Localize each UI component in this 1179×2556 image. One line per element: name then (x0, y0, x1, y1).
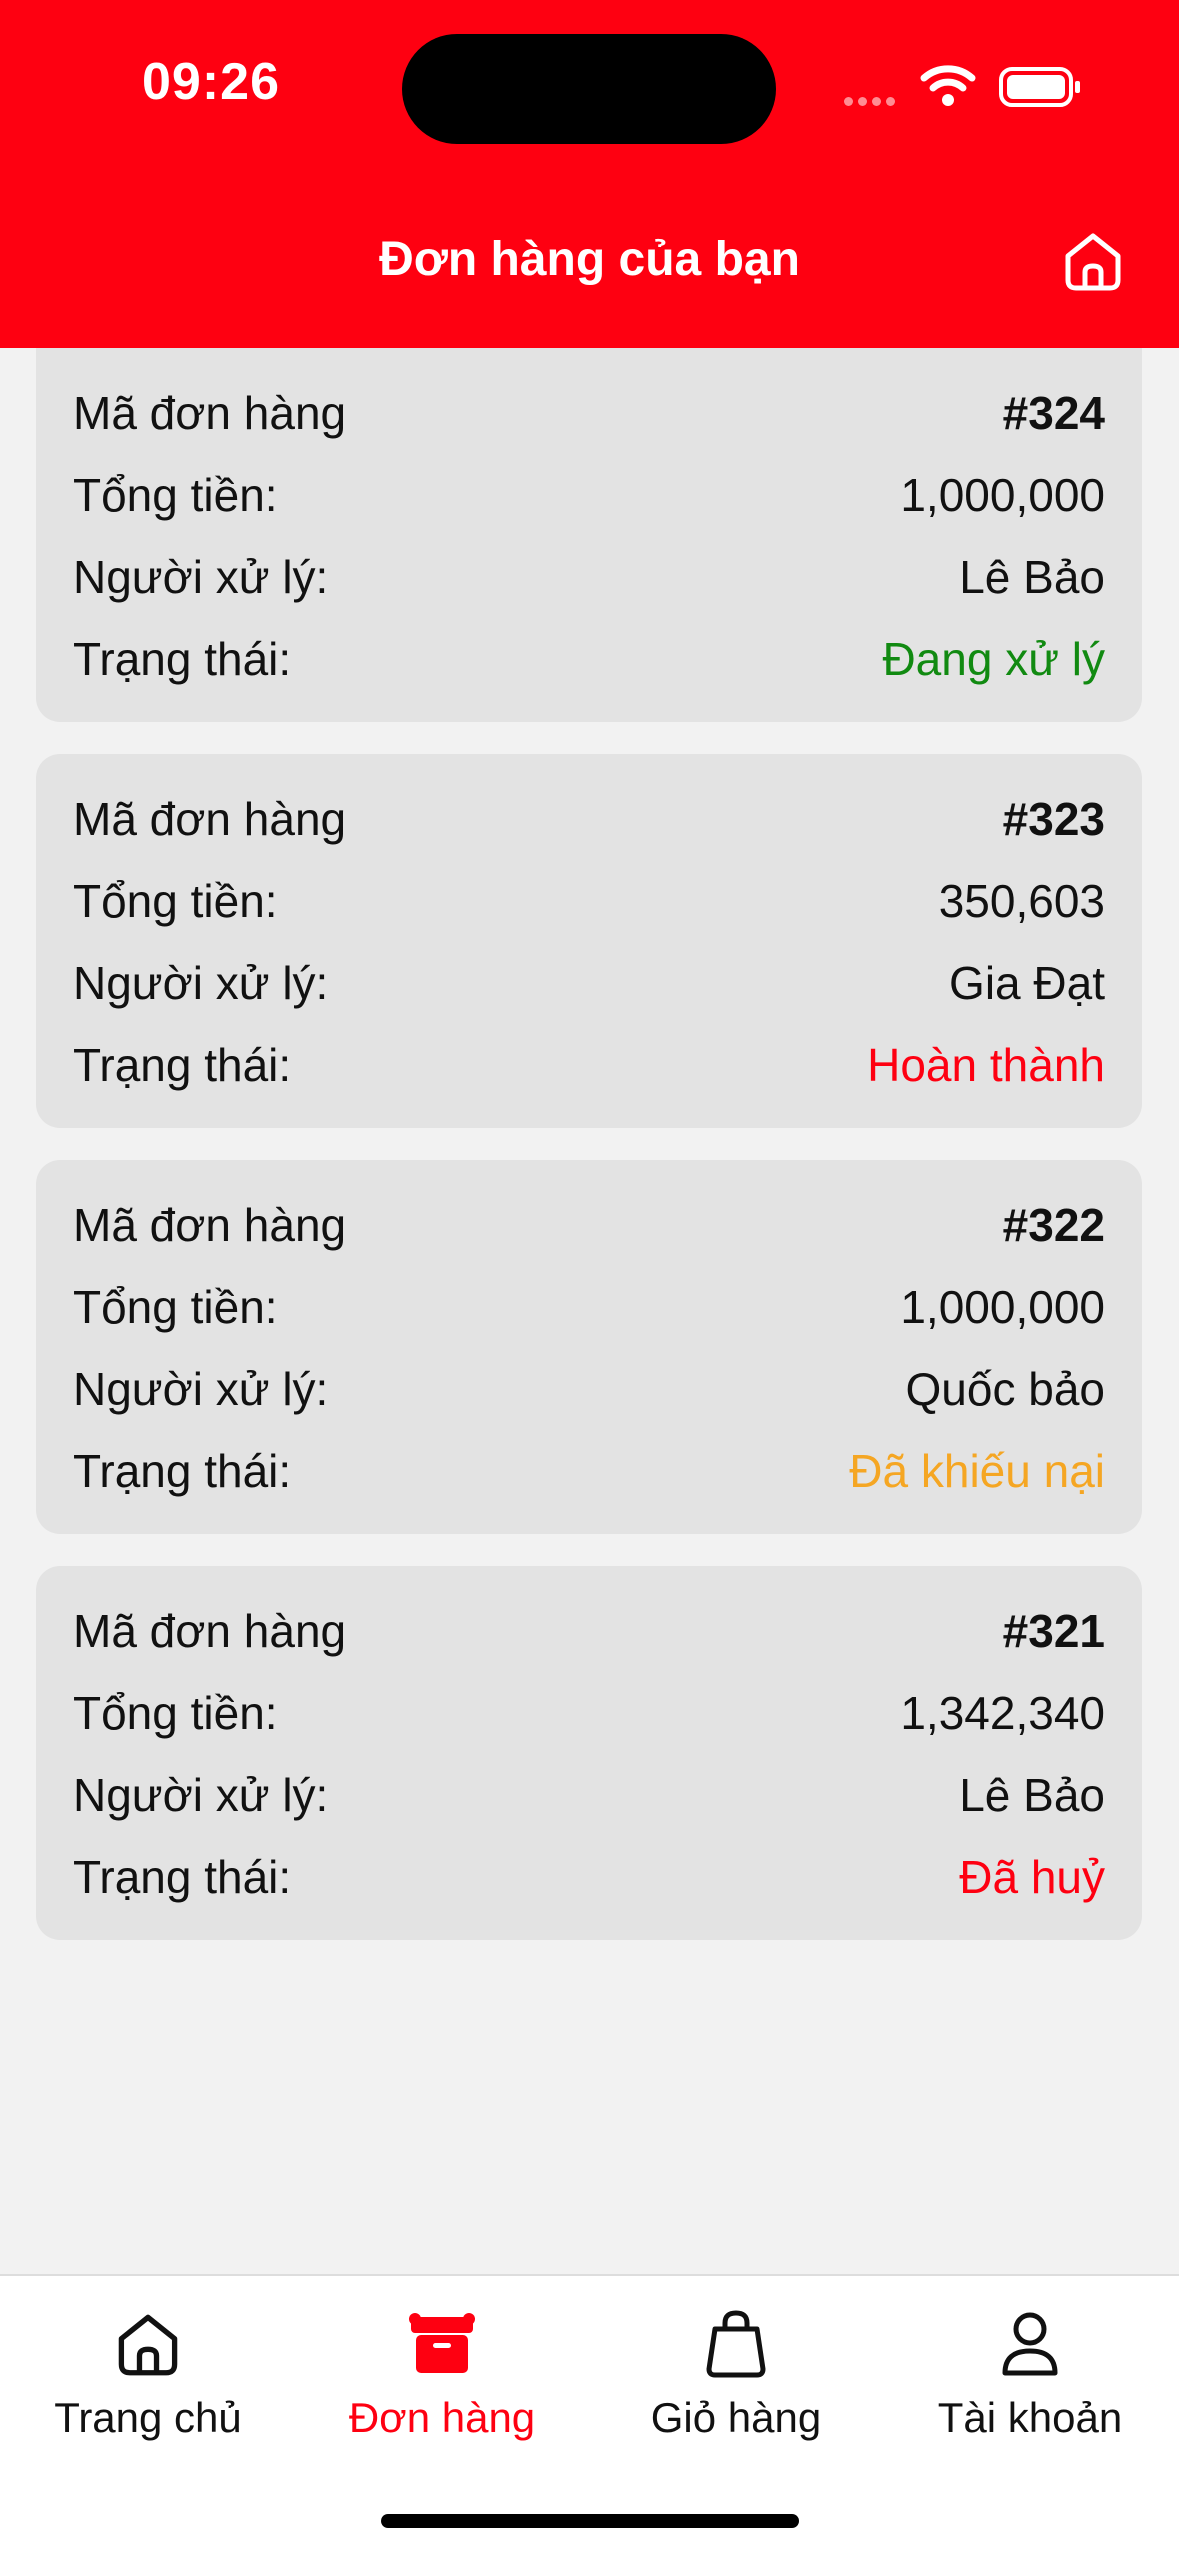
tab-account-label: Tài khoản (937, 2394, 1123, 2441)
order-code-label: Mã đơn hàng (73, 793, 347, 845)
order-handler-value: Lê Bảo (959, 551, 1105, 603)
box-icon (409, 2313, 475, 2373)
order-code-label: Mã đơn hàng (73, 387, 347, 439)
order-total-label: Tổng tiền: (73, 875, 278, 927)
order-handler-value: Quốc bảo (905, 1363, 1105, 1415)
order-total-value: 1,000,000 (900, 469, 1105, 521)
order-total-row: Tổng tiền: 1,000,000 (73, 465, 1105, 525)
order-total-row: Tổng tiền: 1,000,000 (73, 1277, 1105, 1337)
order-handler-label: Người xử lý: (73, 1363, 329, 1415)
page-title: Đơn hàng của bạn (379, 233, 800, 286)
order-status-row: Trạng thái: Đã khiếu nại (73, 1441, 1105, 1501)
order-code-label: Mã đơn hàng (73, 1199, 347, 1251)
tab-orders[interactable]: Đơn hàng (312, 2304, 572, 2442)
tab-cart-label: Giỏ hàng (650, 2394, 822, 2441)
order-total-label: Tổng tiền: (73, 1687, 278, 1739)
order-code-row: Mã đơn hàng #323 (73, 789, 1105, 849)
order-handler-row: Người xử lý: Lê Bảo (73, 1765, 1105, 1825)
home-indicator[interactable] (381, 2514, 799, 2528)
home-icon (1065, 233, 1121, 291)
order-status-label: Trạng thái: (73, 1445, 292, 1497)
order-code-value: #322 (1002, 1199, 1105, 1251)
order-code-value: #324 (1002, 387, 1105, 439)
user-icon (1002, 2312, 1058, 2376)
order-handler-label: Người xử lý: (73, 1769, 329, 1821)
order-card[interactable]: Mã đơn hàng #321 Tổng tiền: 1,342,340 Ng… (36, 1566, 1142, 1940)
order-handler-label: Người xử lý: (73, 551, 329, 603)
order-handler-row: Người xử lý: Gia Đạt (73, 953, 1105, 1013)
order-status-value: Đang xử lý (882, 633, 1105, 685)
order-handler-row: Người xử lý: Quốc bảo (73, 1359, 1105, 1419)
order-status-value: Hoàn thành (867, 1039, 1105, 1091)
order-total-row: Tổng tiền: 1,342,340 (73, 1683, 1105, 1743)
tab-orders-label: Đơn hàng (348, 2394, 536, 2441)
wifi-icon (920, 64, 976, 111)
order-status-row: Trạng thái: Hoàn thành (73, 1035, 1105, 1095)
order-status-label: Trạng thái: (73, 1039, 292, 1091)
order-total-label: Tổng tiền: (73, 469, 278, 521)
home-icon (118, 2314, 178, 2376)
header-bar: 09:26 Đơn hàng của bạn (0, 0, 1179, 348)
battery-icon (998, 66, 1082, 113)
order-handler-value: Lê Bảo (959, 1769, 1105, 1821)
order-total-row: Tổng tiền: 350,603 (73, 871, 1105, 931)
order-card[interactable]: Mã đơn hàng #324 Tổng tiền: 1,000,000 Ng… (36, 348, 1142, 722)
status-time: 09:26 (142, 53, 280, 111)
order-card[interactable]: Mã đơn hàng #323 Tổng tiền: 350,603 Ngườ… (36, 754, 1142, 1128)
tab-account[interactable]: Tài khoản (900, 2304, 1160, 2442)
header-home-button[interactable] (1058, 226, 1128, 296)
order-code-row: Mã đơn hàng #322 (73, 1195, 1105, 1255)
order-total-label: Tổng tiền: (73, 1281, 278, 1333)
order-code-row: Mã đơn hàng #321 (73, 1601, 1105, 1661)
order-handler-row: Người xử lý: Lê Bảo (73, 547, 1105, 607)
order-status-label: Trạng thái: (73, 633, 292, 685)
order-handler-label: Người xử lý: (73, 957, 329, 1009)
order-total-value: 350,603 (938, 875, 1105, 927)
order-code-value: #321 (1002, 1605, 1105, 1657)
cellular-signal-icon (844, 93, 900, 111)
order-card[interactable]: Mã đơn hàng #322 Tổng tiền: 1,000,000 Ng… (36, 1160, 1142, 1534)
tab-cart[interactable]: Giỏ hàng (606, 2304, 866, 2442)
order-status-value: Đã huỷ (959, 1851, 1105, 1903)
order-status-label: Trạng thái: (73, 1851, 292, 1903)
tab-home[interactable]: Trang chủ (18, 2304, 278, 2442)
order-code-value: #323 (1002, 793, 1105, 845)
shopping-bag-icon (706, 2310, 766, 2378)
order-handler-value: Gia Đạt (949, 957, 1105, 1009)
order-total-value: 1,000,000 (900, 1281, 1105, 1333)
order-total-value: 1,342,340 (900, 1687, 1105, 1739)
app-screen: 09:26 Đơn hàng của bạn Mã đơn hàng #324 … (0, 0, 1179, 2556)
order-status-row: Trạng thái: Đã huỷ (73, 1847, 1105, 1907)
dynamic-island (402, 34, 776, 144)
order-code-label: Mã đơn hàng (73, 1605, 347, 1657)
order-code-row: Mã đơn hàng #324 (73, 383, 1105, 443)
tab-home-label: Trang chủ (54, 2394, 242, 2441)
order-status-value: Đã khiếu nại (849, 1445, 1105, 1497)
order-status-row: Trạng thái: Đang xử lý (73, 629, 1105, 689)
